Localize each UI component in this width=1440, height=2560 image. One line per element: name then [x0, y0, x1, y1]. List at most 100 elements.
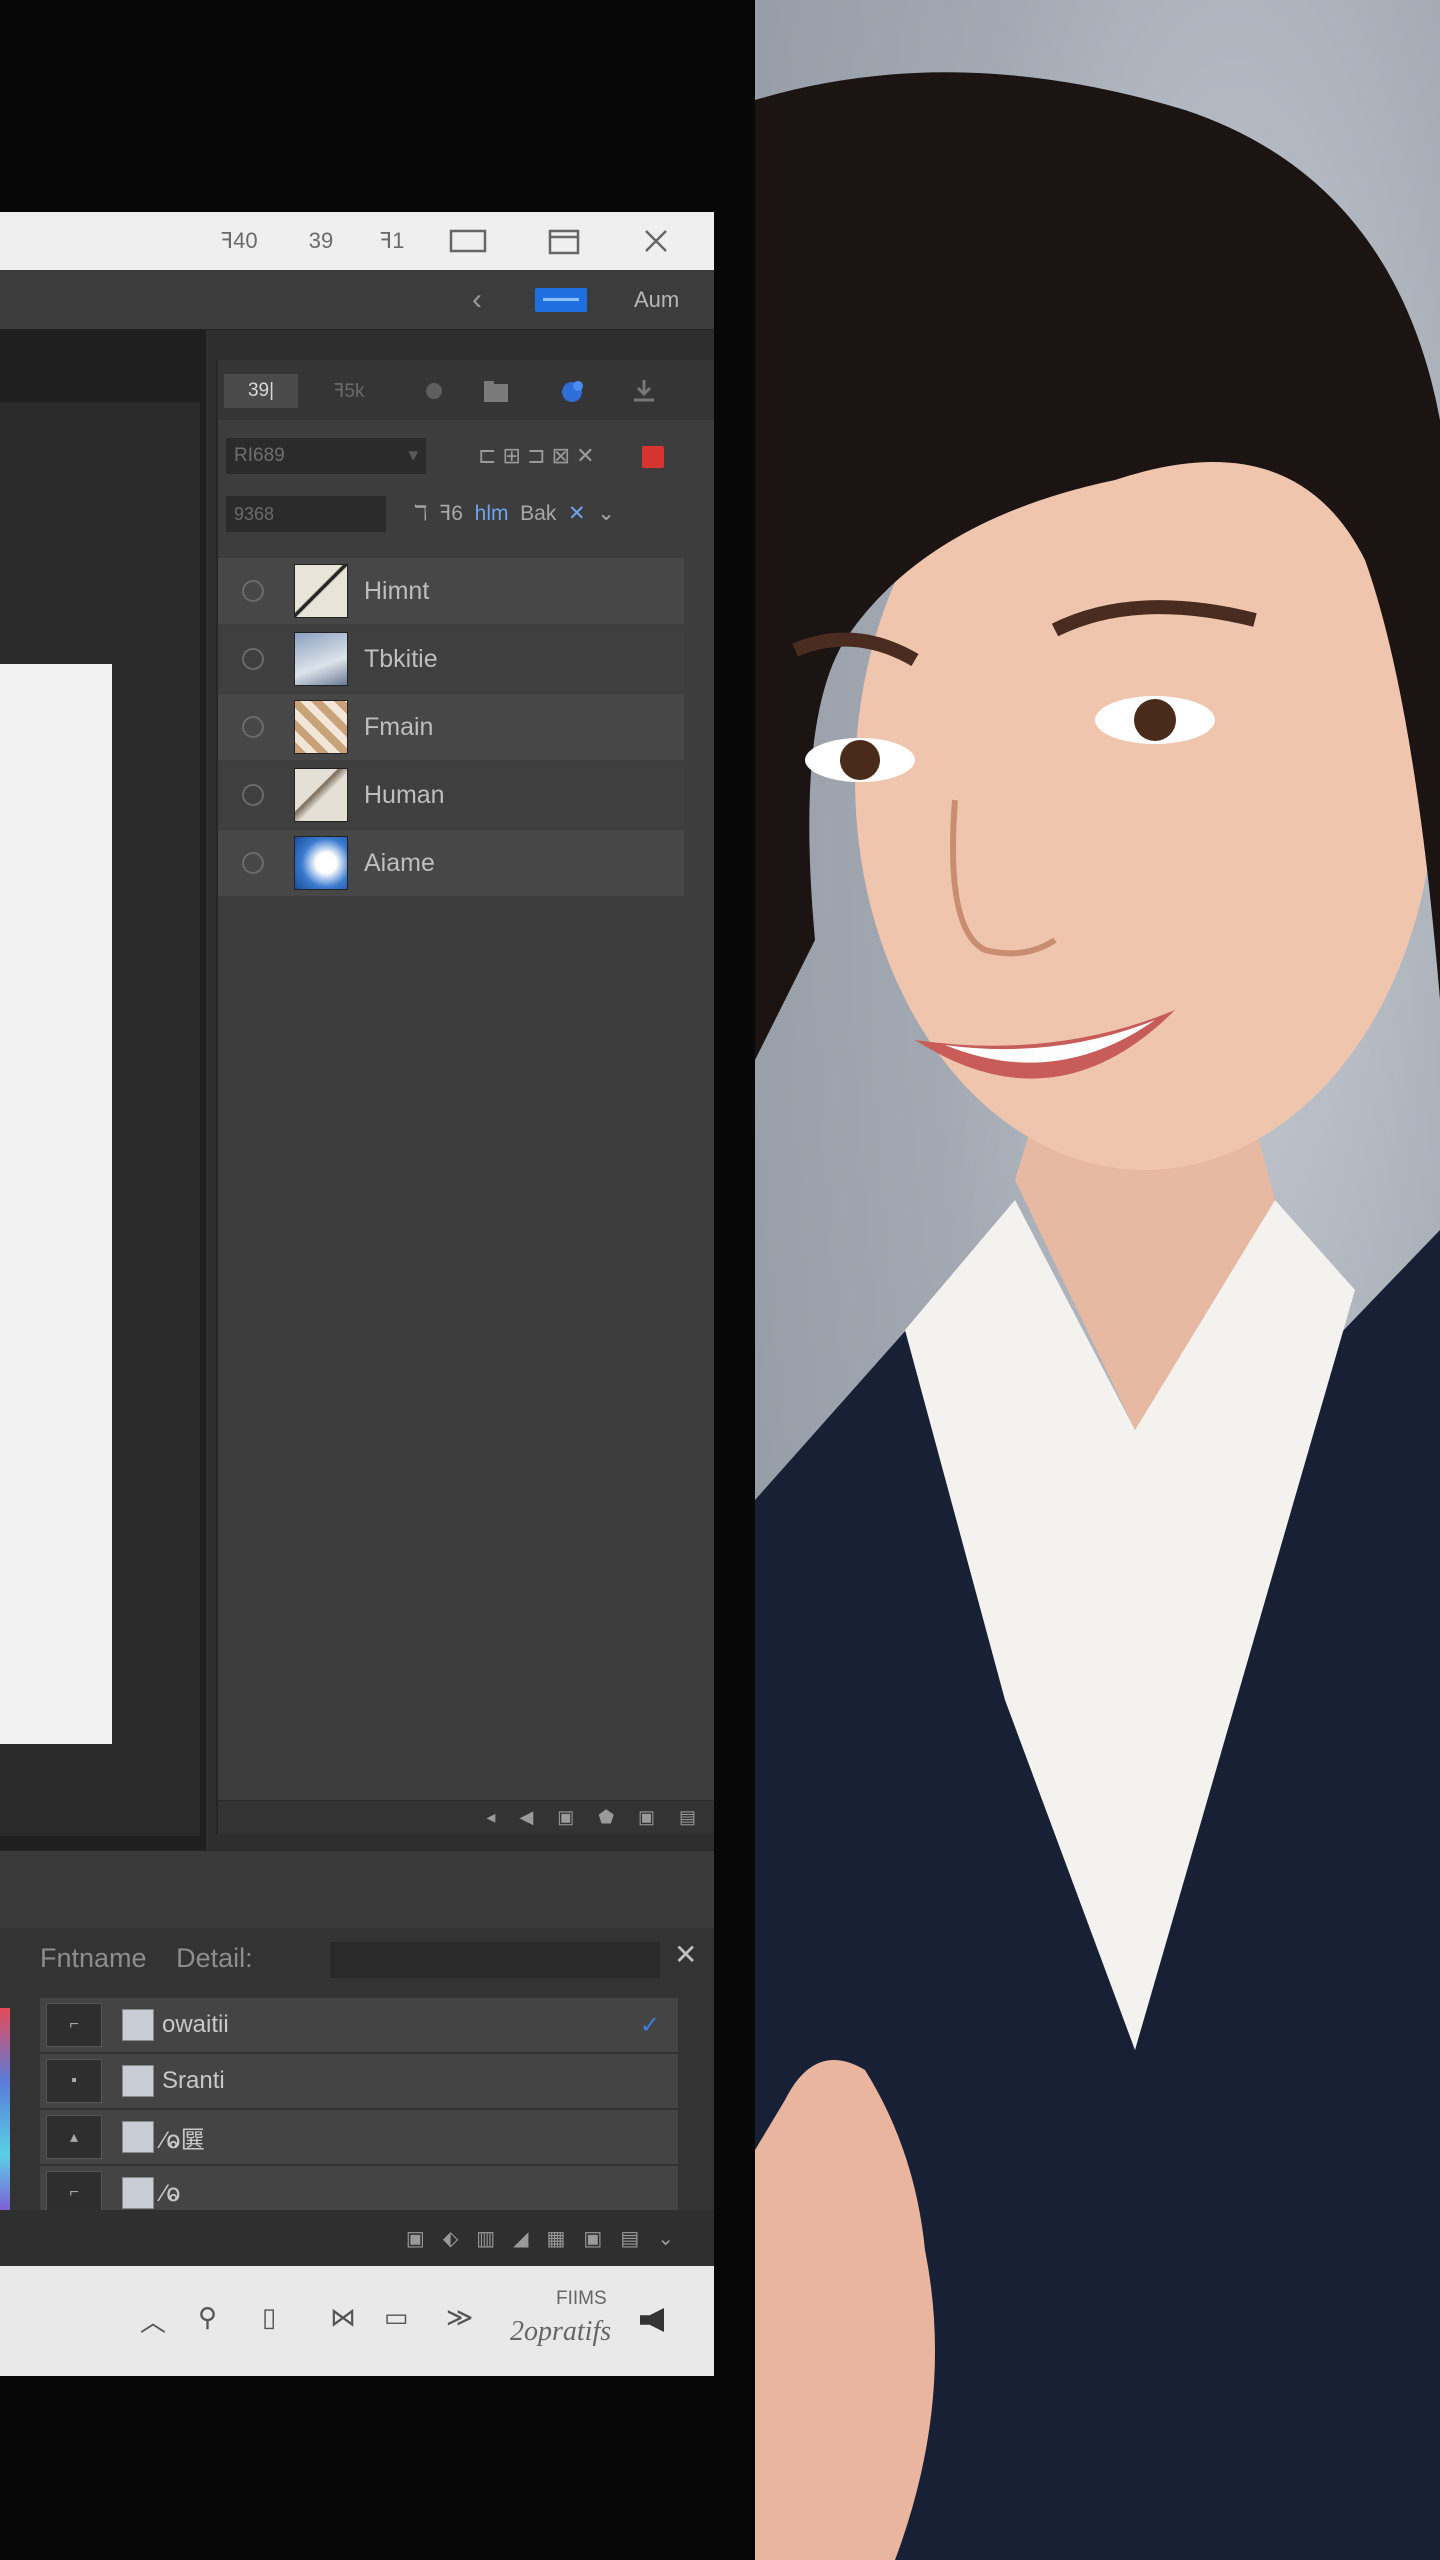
canvas-viewport[interactable] [0, 402, 200, 1836]
layer-option-icons[interactable]: ⊏ ⊞ ⊐ ⊠ ✕ [478, 438, 595, 474]
volume-icon[interactable]: ≫ [446, 2302, 473, 2333]
titlebar: ꟻ40 39 ꟻ1 [0, 212, 714, 270]
layer-name: Human [364, 780, 445, 809]
layer-row[interactable]: Aiame [218, 830, 684, 896]
footer-icon-1[interactable]: ◂ [486, 1807, 495, 1828]
layer-options-row: RI689 ⊏ ⊞ ⊐ ⊠ ✕ [218, 432, 714, 480]
filter-items: ℸ ꟻ6 hlm Bak ✕ ⌄ [414, 496, 615, 532]
back-icon[interactable]: ‹ [462, 280, 492, 320]
circle-icon[interactable] [418, 376, 450, 406]
blend-mode-select[interactable]: RI689 [226, 438, 426, 474]
lower-panel-footer: ▣ ⬖ ▥ ◢ ▦ ▣ ▤ ⌄ [0, 2210, 714, 2266]
visibility-icon[interactable] [242, 716, 264, 738]
layer-thumbnail [294, 768, 348, 822]
item-action-button[interactable]: ▴ [46, 2115, 102, 2159]
layers-panel-footer: ◂ ◀ ▣ ⬟ ▣ ▤ [218, 1800, 714, 1834]
filter-item-2[interactable]: ꟻ6 [439, 502, 463, 525]
layer-filter-row: 9368 ℸ ꟻ6 hlm Bak ✕ ⌄ [218, 490, 714, 538]
search-icon[interactable]: ⚲ [198, 2302, 217, 2333]
footer-icon-4[interactable]: ⬟ [598, 1807, 614, 1828]
visibility-icon[interactable] [242, 580, 264, 602]
color-strip[interactable] [0, 2008, 10, 2228]
close-icon[interactable]: ✕ [674, 1938, 697, 1971]
color-icon[interactable] [556, 376, 588, 406]
item-action-button[interactable]: ⌐ [46, 2003, 102, 2047]
filter-item-3[interactable]: hlm [475, 502, 509, 525]
lower-panel: Fntname Detail: ✕ ⌐ owaitii ✓ ▪ Sranti ▴… [0, 1928, 714, 2240]
mask-icon[interactable]: ◢ [513, 2226, 528, 2251]
speaker-icon[interactable] [640, 2308, 664, 2332]
layer-thumbnail [294, 700, 348, 754]
delete-icon[interactable]: ▤ [620, 2226, 639, 2251]
item-name: ⁄ⱺ㔵 [162, 2126, 205, 2154]
lower-panel-search[interactable] [330, 1942, 660, 1978]
lower-panel-tabs: Fntname Detail: [40, 1934, 275, 1982]
download-icon[interactable] [628, 376, 660, 406]
taskbar: ︿ ⚲ ▯ ⋈ ▭ ≫ FIIMS 2opratifs [0, 2266, 714, 2376]
filter-item-1[interactable]: ℸ [414, 502, 428, 525]
group-icon[interactable]: ▣ [583, 2226, 602, 2251]
chevron-down-icon[interactable]: ⌄ [597, 502, 615, 525]
tab-detail[interactable]: Detail: [176, 1943, 253, 1973]
lock-icon[interactable]: ▣ [406, 2226, 425, 2251]
titlebar-item-1[interactable]: ꟻ40 [214, 224, 264, 258]
layer-thumbnail [294, 632, 348, 686]
lower-panel-list: ⌐ owaitii ✓ ▪ Sranti ▴ ⁄ⱺ㔵 ⌐ ⁄ⱺ [40, 1998, 678, 2222]
layer-name: Himnt [364, 576, 430, 605]
link-icon[interactable]: ⬖ [443, 2226, 458, 2251]
layer-name: Aiame [364, 848, 435, 877]
canvas-document[interactable] [0, 664, 112, 1744]
footer-icon-3[interactable]: ▣ [557, 1807, 574, 1828]
tab-fntname[interactable]: Fntname [40, 1943, 147, 1973]
visibility-icon[interactable] [242, 784, 264, 806]
chevron-down-icon[interactable]: ⌄ [657, 2226, 674, 2251]
titlebar-item-2[interactable]: 39 [298, 224, 344, 258]
tab-layers[interactable]: 39| [224, 374, 298, 408]
layer-row[interactable]: Fmain [218, 694, 684, 760]
layer-thumbnail [294, 564, 348, 618]
presenter-photo [755, 0, 1440, 2560]
visibility-icon[interactable] [242, 648, 264, 670]
layer-name: Fmain [364, 712, 434, 741]
item-thumbnail [122, 2121, 154, 2153]
layer-thumbnail [294, 836, 348, 890]
layer-row[interactable]: Himnt [218, 558, 684, 624]
filter-item-4[interactable]: Bak [520, 502, 556, 525]
item-action-button[interactable]: ⌐ [46, 2171, 102, 2215]
item-name: Sranti [162, 2067, 225, 2094]
item-name: ⁄ⱺ [162, 2179, 181, 2207]
book-icon[interactable]: ▯ [262, 2302, 276, 2333]
close-icon[interactable] [640, 224, 672, 258]
tray-date: 2opratifs [510, 2316, 612, 2347]
folder-icon[interactable] [480, 376, 512, 406]
visibility-icon[interactable] [242, 852, 264, 874]
tray-time: FIIMS [556, 2288, 607, 2309]
active-tool-button[interactable] [535, 288, 587, 312]
network-icon[interactable]: ⋈ [330, 2302, 356, 2333]
footer-icon-2[interactable]: ◀ [519, 1807, 533, 1828]
presenter-illustration [755, 72, 1440, 2560]
display-icon[interactable]: ▭ [384, 2302, 409, 2333]
lock-icon[interactable] [642, 446, 664, 468]
adjust-icon[interactable]: ▦ [547, 2226, 566, 2251]
item-thumbnail [122, 2065, 154, 2097]
chevron-up-icon[interactable]: ︿ [140, 2302, 166, 2339]
footer-icon-6[interactable]: ▤ [679, 1807, 696, 1828]
list-item[interactable]: ▴ ⁄ⱺ㔵 [40, 2110, 678, 2164]
titlebar-item-3[interactable]: ꟻ1 [374, 224, 410, 258]
layer-search-input[interactable]: 9368 [226, 496, 386, 532]
toolbar-label[interactable]: Aum [634, 282, 679, 318]
list-item[interactable]: ⌐ owaitii ✓ [40, 1998, 678, 2052]
filter-clear-icon[interactable]: ✕ [568, 502, 586, 525]
layer-row[interactable]: Tbkitie [218, 626, 684, 692]
toolbar: ‹ Aum [0, 270, 714, 330]
item-thumbnail [122, 2009, 154, 2041]
list-item[interactable]: ▪ Sranti [40, 2054, 678, 2108]
footer-icon-5[interactable]: ▣ [638, 1807, 655, 1828]
restore-icon[interactable] [546, 224, 582, 258]
trash-icon[interactable]: ▥ [476, 2226, 495, 2251]
layer-row[interactable]: Human [218, 762, 684, 828]
tab-second[interactable]: ꟻ5k [306, 374, 392, 408]
item-action-button[interactable]: ▪ [46, 2059, 102, 2103]
maximize-icon[interactable] [448, 224, 488, 258]
